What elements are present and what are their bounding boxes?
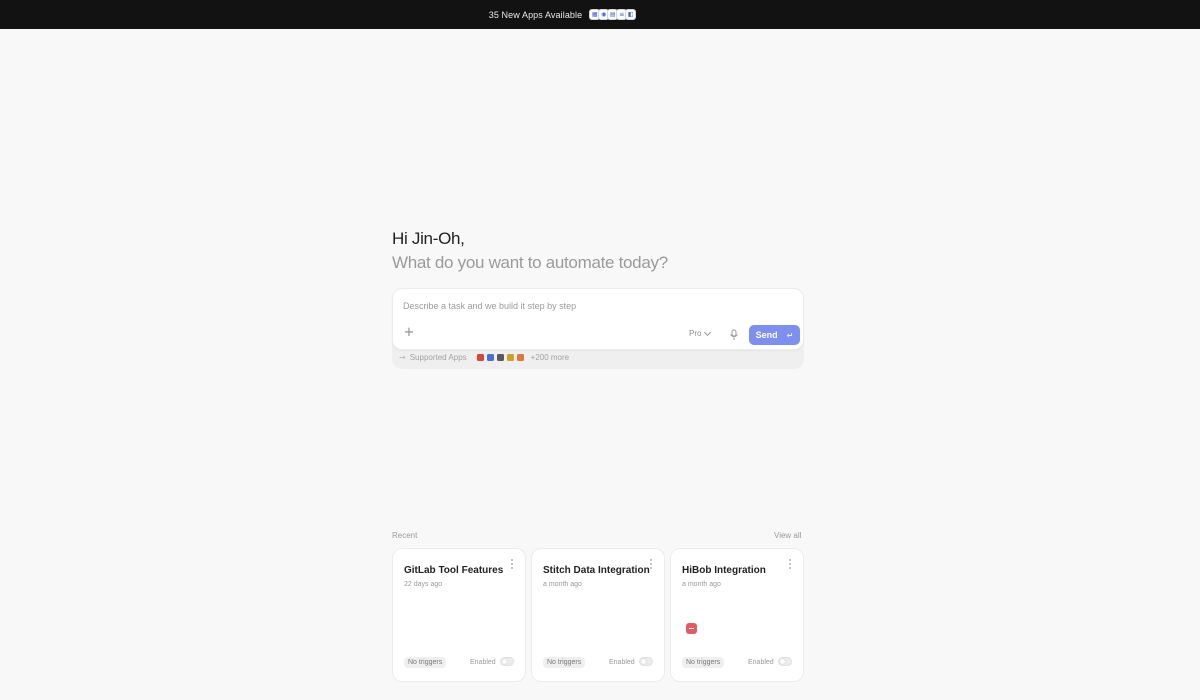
enabled-label: Enabled bbox=[609, 659, 635, 666]
send-button[interactable]: Send ↵ bbox=[749, 325, 800, 345]
greeting-subtitle: What do you want to automate today? bbox=[392, 253, 668, 272]
hibob-app-icon bbox=[686, 623, 697, 634]
card-timestamp: 22 days ago bbox=[404, 581, 443, 588]
greeting-title: Hi Jin-Oh, bbox=[392, 229, 465, 248]
recent-card[interactable]: GitLab Tool Features 22 days ago No trig… bbox=[392, 548, 526, 682]
trigger-badge: No triggers bbox=[404, 657, 447, 668]
card-title: HiBob Integration bbox=[682, 565, 766, 576]
banner-app-icons: ▦ ◉ ▤ ≡ ◧ bbox=[589, 9, 637, 20]
zapier-icon bbox=[516, 354, 524, 361]
card-timestamp: a month ago bbox=[543, 581, 582, 588]
task-prompt-input[interactable] bbox=[403, 299, 793, 313]
enabled-toggle[interactable] bbox=[500, 657, 514, 666]
recent-card[interactable]: HiBob Integration a month ago No trigger… bbox=[670, 548, 804, 682]
slack-icon bbox=[506, 354, 514, 361]
supported-apps-label: Supported Apps bbox=[409, 353, 467, 362]
prompt-box: + Pro Send ↵ bbox=[392, 288, 804, 350]
recent-heading: Recent bbox=[392, 531, 418, 540]
more-options-icon[interactable] bbox=[787, 559, 793, 569]
app-icon-5: ◧ bbox=[625, 9, 637, 20]
microphone-icon bbox=[730, 329, 738, 340]
docs-icon bbox=[496, 354, 504, 361]
greeting: Hi Jin-Oh, What do you want to automate … bbox=[392, 229, 668, 273]
add-attachment-button[interactable]: + bbox=[403, 325, 415, 340]
card-title: GitLab Tool Features bbox=[404, 565, 504, 576]
new-apps-banner[interactable]: 35 New Apps Available ▦ ◉ ▤ ≡ ◧ bbox=[0, 0, 1200, 29]
enabled-label: Enabled bbox=[470, 659, 496, 666]
enabled-toggle[interactable] bbox=[639, 657, 653, 666]
card-timestamp: a month ago bbox=[682, 581, 721, 588]
plus-icon: + bbox=[403, 325, 415, 340]
enabled-label: Enabled bbox=[748, 659, 774, 666]
view-all-link[interactable]: View all bbox=[774, 531, 801, 540]
trigger-badge: No triggers bbox=[543, 657, 586, 668]
send-label: Send bbox=[755, 330, 778, 340]
recent-card[interactable]: Stitch Data Integration a month ago No t… bbox=[531, 548, 665, 682]
gmail-icon bbox=[476, 354, 484, 361]
trigger-badge: No triggers bbox=[682, 657, 725, 668]
prompt-container: + Pro Send ↵ → Supported Apps +200 m bbox=[392, 288, 804, 369]
chevron-down-icon bbox=[704, 328, 712, 336]
banner-text: 35 New Apps Available bbox=[488, 9, 583, 20]
microphone-button[interactable] bbox=[729, 328, 739, 340]
calendar-icon bbox=[486, 354, 494, 361]
mode-label: Pro bbox=[689, 329, 702, 338]
enabled-toggle[interactable] bbox=[778, 657, 792, 666]
more-options-icon[interactable] bbox=[648, 559, 654, 569]
more-apps-label: +200 more bbox=[530, 353, 570, 362]
more-options-icon[interactable] bbox=[509, 559, 515, 569]
card-title: Stitch Data Integration bbox=[543, 565, 650, 576]
supported-apps-row[interactable]: → Supported Apps +200 more bbox=[399, 353, 569, 362]
arrow-right-icon: → bbox=[399, 353, 406, 362]
enter-key-icon: ↵ bbox=[786, 330, 794, 340]
supported-app-icons bbox=[476, 354, 524, 361]
mode-dropdown[interactable]: Pro bbox=[689, 328, 712, 338]
